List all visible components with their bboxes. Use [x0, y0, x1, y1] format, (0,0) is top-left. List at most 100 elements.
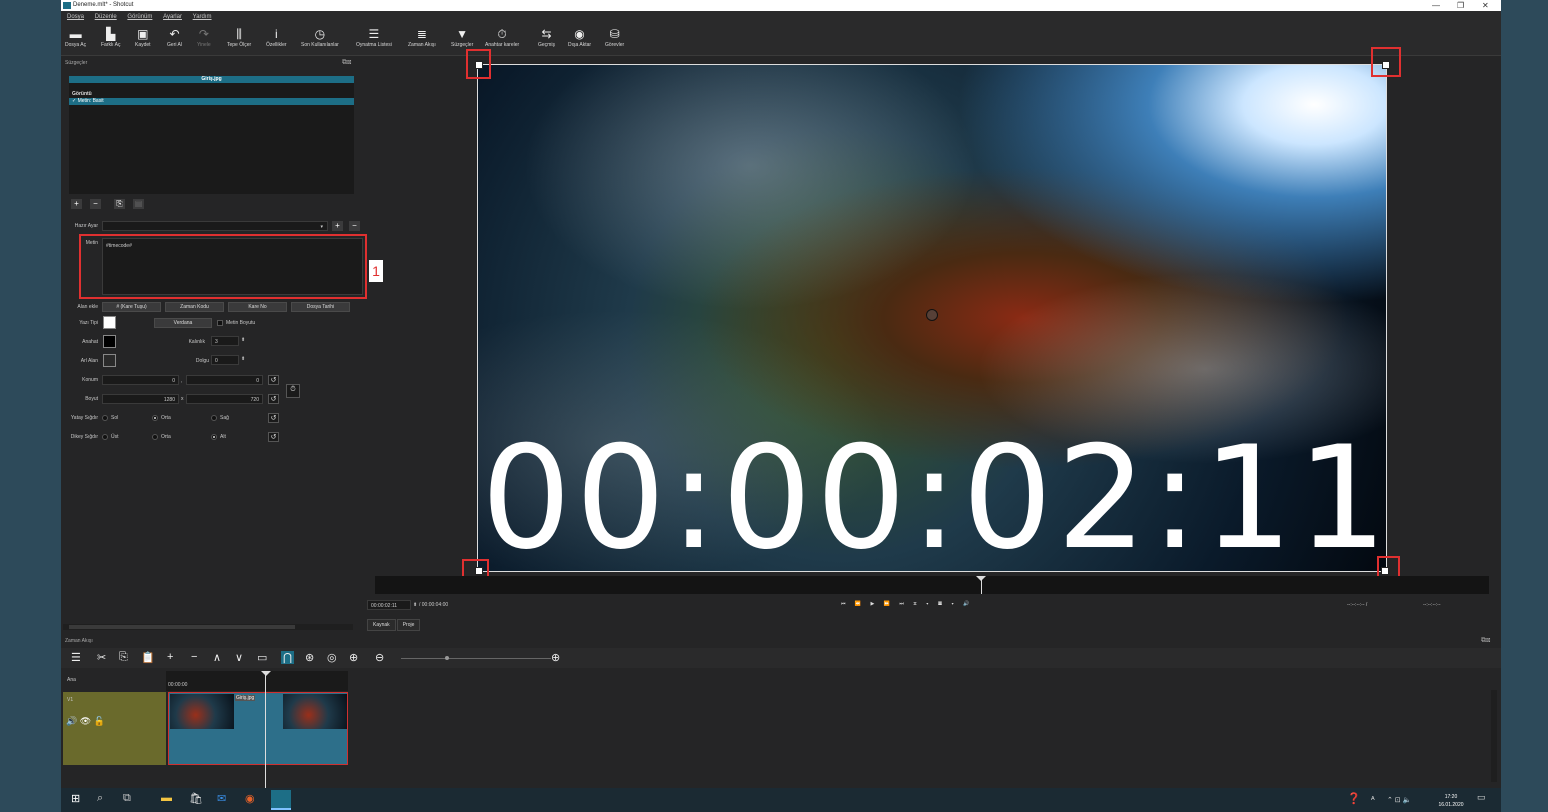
- tab-project[interactable]: Proje: [396, 619, 421, 631]
- size-height-input[interactable]: 720: [186, 394, 263, 404]
- scrub-icon[interactable]: ⊛: [305, 651, 314, 664]
- ripple-icon[interactable]: ◎: [327, 651, 337, 664]
- copy-filter-button[interactable]: ⎘: [114, 199, 125, 209]
- lift-icon[interactable]: ∧: [213, 651, 221, 664]
- mail-icon[interactable]: ✉: [217, 792, 226, 805]
- spin-arrows-icon[interactable]: ⬍: [241, 356, 245, 362]
- halign-radio-1[interactable]: [152, 415, 158, 421]
- menu-edit[interactable]: Düzenle: [95, 14, 117, 20]
- people-icon[interactable]: ᴬ: [1371, 795, 1375, 804]
- menu-help[interactable]: Yardım: [193, 14, 212, 20]
- keyframe-stopwatch-button[interactable]: ⏱: [286, 384, 300, 398]
- close-button[interactable]: ✕: [1482, 0, 1489, 11]
- clock-time[interactable]: 17:20: [1433, 794, 1469, 800]
- transport-controls[interactable]: ⏮ ⏪ ▶ ⏩ ⏭ ⧖ ▾ ▦ ▾ 🔊: [841, 601, 973, 607]
- tab-source[interactable]: Kaynak: [367, 619, 396, 631]
- redo-button[interactable]: ↷ Yinele: [197, 27, 211, 48]
- undo-button[interactable]: ↶ Geri Al: [167, 27, 182, 48]
- track-controls[interactable]: 🔊 👁 🔓: [66, 716, 105, 727]
- valign-reset-button[interactable]: ↺: [268, 432, 279, 442]
- menu-view[interactable]: Görünüm: [127, 14, 152, 20]
- export-button[interactable]: ◉ Dışa Aktar: [568, 27, 591, 48]
- thickness-spinbox[interactable]: 3: [211, 336, 239, 346]
- valign-radio-1[interactable]: [152, 434, 158, 440]
- insert-file-date-button[interactable]: Dosya Tarihi: [291, 302, 350, 312]
- system-tray[interactable]: ⌃ ⊡ 🔈: [1387, 796, 1411, 804]
- background-color-swatch[interactable]: [103, 354, 116, 367]
- save-button[interactable]: ▣ Kaydet: [135, 27, 151, 48]
- halign-radio-0[interactable]: [102, 415, 108, 421]
- overwrite-icon[interactable]: ∨: [235, 651, 243, 664]
- position-x-input[interactable]: 0: [102, 375, 179, 385]
- halign-reset-button[interactable]: ↺: [268, 413, 279, 423]
- chrome-icon[interactable]: ◉: [245, 792, 255, 805]
- start-icon[interactable]: ⊞: [71, 792, 80, 805]
- zoom-in-icon[interactable]: ⊕: [551, 651, 560, 664]
- task-view-icon[interactable]: ⧉: [123, 792, 131, 805]
- filter-item-text-simple[interactable]: ✓ Metin: Basit: [69, 98, 354, 105]
- append-icon[interactable]: +: [167, 651, 173, 663]
- position-y-input[interactable]: 0: [186, 375, 263, 385]
- timeline-button[interactable]: ≣ Zaman Akışı: [408, 27, 436, 48]
- font-size-checkbox[interactable]: [217, 320, 223, 326]
- padding-spinbox[interactable]: 0: [211, 355, 239, 365]
- recent-button[interactable]: ◷ Son Kullanılanlar: [301, 27, 339, 48]
- open-other-button[interactable]: ▙ Farklı Aç: [101, 27, 120, 48]
- add-filter-button[interactable]: +: [71, 199, 82, 209]
- help-icon[interactable]: ❓: [1347, 792, 1361, 805]
- copy-icon[interactable]: ⎘: [119, 651, 128, 664]
- insert-hash-button[interactable]: # (Kare Tuşu): [102, 302, 161, 312]
- timeline-clip[interactable]: Giriş.jpg: [168, 692, 348, 765]
- halign-radio-2[interactable]: [211, 415, 217, 421]
- zoom-out-icon[interactable]: ⊖: [375, 651, 384, 664]
- playlist-button[interactable]: ☰ Oynatma Listesi: [356, 27, 392, 48]
- paste-filter-button[interactable]: ▤: [133, 199, 144, 209]
- font-color-swatch[interactable]: [103, 316, 116, 329]
- timecode-spin-icon[interactable]: ⬍: [413, 602, 417, 608]
- panel-float-icon[interactable]: ⧉⊠: [1481, 637, 1490, 645]
- timeline-menu-icon[interactable]: ☰: [71, 651, 81, 664]
- keyframes-button[interactable]: ⏱ Anahtar kareler: [485, 27, 519, 48]
- spin-arrows-icon[interactable]: ⬍: [241, 337, 245, 343]
- snap-icon[interactable]: ⋂: [281, 651, 295, 664]
- insert-frame-number-button[interactable]: Kare No: [228, 302, 287, 312]
- menu-file[interactable]: Dosya: [67, 14, 84, 20]
- history-button[interactable]: ⇆ Geçmiş: [538, 27, 555, 48]
- zoom-slider[interactable]: [401, 656, 551, 660]
- save-preset-button[interactable]: +: [332, 221, 343, 231]
- preset-combobox[interactable]: ▾: [102, 221, 328, 231]
- cut-icon[interactable]: ✂: [97, 651, 106, 664]
- paste-icon[interactable]: 📋: [141, 651, 155, 664]
- filters-button[interactable]: ▼ Süzgeçler: [451, 27, 473, 48]
- player-scrubber[interactable]: [375, 576, 1489, 594]
- maximize-button[interactable]: ❐: [1457, 0, 1464, 11]
- insert-timecode-button[interactable]: Zaman Kodu: [165, 302, 224, 312]
- ripple-all-icon[interactable]: ⊕: [349, 651, 358, 664]
- store-icon[interactable]: 🛍: [189, 792, 203, 805]
- jobs-button[interactable]: ⛁ Görevler: [605, 27, 624, 48]
- filters-hscrollbar[interactable]: [63, 624, 353, 630]
- timeline-playhead[interactable]: [265, 671, 266, 789]
- outline-color-swatch[interactable]: [103, 335, 116, 348]
- clock-date[interactable]: 16.01.2020: [1433, 802, 1469, 808]
- peak-meter-button[interactable]: ⫼ Tepe Ölçer: [227, 27, 251, 48]
- shotcut-taskbar-icon[interactable]: [271, 790, 291, 810]
- size-reset-button[interactable]: ↺: [268, 394, 279, 404]
- position-reset-button[interactable]: ↺: [268, 375, 279, 385]
- timeline-ruler[interactable]: 00:00:00: [166, 671, 348, 691]
- valign-radio-2[interactable]: [211, 434, 217, 440]
- search-icon[interactable]: ⌕: [97, 792, 103, 805]
- size-width-input[interactable]: 1280: [102, 394, 179, 404]
- timeline-vscrollbar[interactable]: [1491, 690, 1497, 782]
- properties-button[interactable]: i Özellikler: [266, 27, 287, 48]
- remove-icon[interactable]: −: [191, 651, 197, 663]
- remove-filter-button[interactable]: −: [90, 199, 101, 209]
- font-button[interactable]: Verdana: [154, 318, 212, 328]
- open-file-button[interactable]: ▬ Dosya Aç: [65, 27, 86, 48]
- current-timecode-input[interactable]: 00:00:02:11: [367, 600, 411, 610]
- valign-radio-0[interactable]: [102, 434, 108, 440]
- minimize-button[interactable]: —: [1432, 0, 1440, 11]
- delete-preset-button[interactable]: −: [349, 221, 360, 231]
- panel-float-icon[interactable]: ⧉⊠: [342, 59, 351, 67]
- menu-settings[interactable]: Ayarlar: [163, 14, 182, 20]
